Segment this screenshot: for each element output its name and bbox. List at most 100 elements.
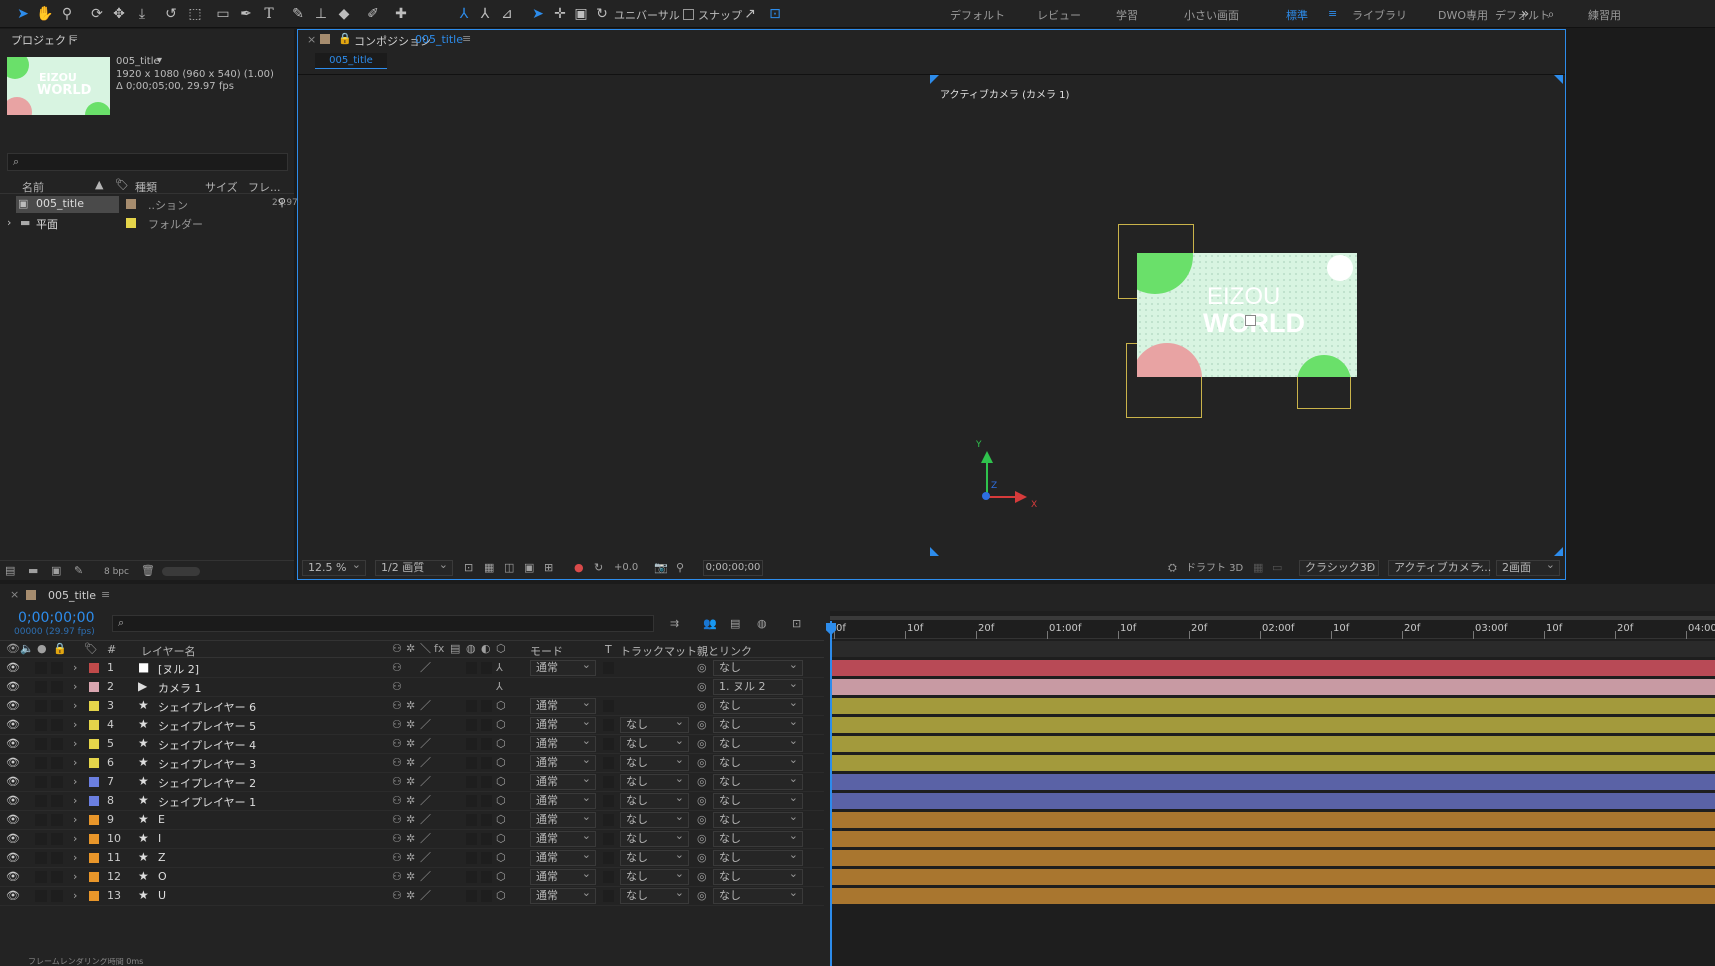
shy-switch-icon[interactable]: ⚇ (392, 718, 402, 732)
blend-mode-dropdown[interactable]: 通常 (530, 848, 596, 866)
motion-blur-box[interactable] (466, 776, 477, 788)
timeline-timecode[interactable]: 0;00;00;00 (18, 610, 95, 626)
3d-layer-icon[interactable]: ⬡ (496, 775, 506, 789)
grid-guides-icon[interactable]: ⊞ (544, 561, 553, 575)
layer-name[interactable]: シェイプレイヤー 6 (158, 699, 256, 715)
adjustment-box[interactable] (481, 871, 492, 883)
world-axis-icon[interactable]: ⅄ (476, 5, 494, 23)
adjustment-box[interactable] (481, 719, 492, 731)
3d-layer-icon[interactable]: ⅄ (496, 661, 503, 675)
layer-label-chip[interactable] (89, 815, 99, 825)
expand-twirl-icon[interactable]: › (73, 889, 77, 903)
lock-box[interactable] (51, 700, 63, 712)
layer-row[interactable]: 👁 › 13 ★ U ⚇ ✲ ／ ⬡ 通常 なし ◎ なし (0, 886, 824, 906)
view-dropdown[interactable]: アクティブカメラ... (1388, 558, 1491, 576)
z-axis-handle[interactable] (982, 492, 990, 500)
parent-pickwhip-icon[interactable]: ◎ (697, 870, 707, 884)
layer-name[interactable]: E (158, 813, 165, 826)
quality-switch-icon[interactable]: ／ (420, 851, 431, 865)
timeline-tab[interactable]: 005_title (48, 589, 96, 602)
parent-pickwhip-icon[interactable]: ◎ (697, 699, 707, 713)
parent-dropdown[interactable]: なし (713, 791, 803, 809)
solo-box[interactable] (35, 814, 47, 826)
expand-twirl-icon[interactable]: › (73, 870, 77, 884)
close-timeline-icon[interactable]: × (10, 588, 19, 601)
solo-box[interactable] (35, 757, 47, 769)
3d-rotate-icon[interactable]: ↻ (593, 5, 611, 23)
solo-box[interactable] (35, 890, 47, 902)
parent-dropdown[interactable]: なし (713, 659, 803, 676)
collapse-switch-icon[interactable]: ✲ (406, 851, 415, 865)
preserve-transparency-box[interactable] (603, 890, 614, 902)
label-col-icon[interactable]: 🏷 (115, 178, 129, 191)
layer-row[interactable]: 👁 › 7 ★ シェイプレイヤー 2 ⚇ ✲ ／ ⬡ 通常 なし ◎ なし (0, 772, 824, 792)
quality-switch-icon[interactable]: ／ (420, 870, 431, 884)
layer-name[interactable]: U (158, 889, 166, 902)
white-circle-shape[interactable] (1327, 255, 1353, 281)
motion-blur-box[interactable] (466, 814, 477, 826)
parent-pickwhip-icon[interactable]: ◎ (697, 680, 707, 694)
x-axis-arrow-icon[interactable] (1015, 491, 1027, 503)
blend-mode-dropdown[interactable]: 通常 (530, 829, 596, 847)
visibility-eye-icon[interactable]: 👁 (6, 680, 20, 694)
frame-blend-col-icon[interactable]: ▤ (450, 642, 460, 656)
layer-duration-bar[interactable] (830, 774, 1715, 790)
expand-twirl-icon[interactable]: › (73, 832, 77, 846)
adjustment-col-icon[interactable]: ◐ (481, 642, 491, 656)
trackmatte-dropdown[interactable]: なし (620, 810, 689, 828)
label-chip[interactable] (126, 199, 136, 209)
quality-switch-icon[interactable]: ／ (420, 718, 431, 732)
ground-plane-icon[interactable]: ▭ (1272, 561, 1282, 575)
project-item-row[interactable]: ▣ 005_title ..ション 29.97 ⚲ (0, 195, 298, 214)
brush-tool-icon[interactable]: ✎ (289, 5, 307, 23)
expand-twirl-icon[interactable]: › (73, 718, 77, 732)
eraser-tool-icon[interactable]: ◆ (335, 5, 353, 23)
label-chip[interactable] (126, 218, 136, 228)
visibility-eye-icon[interactable]: 👁 (6, 661, 20, 675)
null-anchor-handle[interactable] (1245, 315, 1256, 326)
layer-name[interactable]: シェイプレイヤー 2 (158, 775, 256, 791)
parent-dropdown[interactable]: なし (713, 867, 803, 885)
layer-name[interactable]: カメラ 1 (158, 680, 202, 696)
shy-switch-icon[interactable]: ⚇ (392, 737, 402, 751)
3d-layer-icon[interactable]: ⬡ (496, 889, 506, 903)
blend-mode-dropdown[interactable]: 通常 (530, 791, 596, 809)
universal-label[interactable]: ユニバーサル (614, 7, 680, 23)
layer-label-chip[interactable] (89, 720, 99, 730)
workspace-item[interactable]: 練習用 (1588, 7, 1621, 23)
layer-label-chip[interactable] (89, 777, 99, 787)
parent-dropdown[interactable]: なし (713, 753, 803, 771)
visibility-eye-icon[interactable]: 👁 (6, 870, 20, 884)
collapse-switch-icon[interactable]: ✲ (406, 737, 415, 751)
collapse-switch-icon[interactable]: ✲ (406, 718, 415, 732)
collapse-switch-icon[interactable]: ✲ (406, 775, 415, 789)
3d-layer-icon[interactable]: ⅄ (496, 680, 503, 694)
col-parent[interactable]: 親とリンク (697, 643, 752, 659)
pen-tool-icon[interactable]: ✒ (237, 5, 255, 23)
3d-scale-icon[interactable]: ▣ (572, 5, 590, 23)
shy-switch-icon[interactable]: ⚇ (392, 661, 402, 675)
workspace-item[interactable]: DWO専用 (1438, 7, 1488, 23)
3d-layer-icon[interactable]: ⬡ (496, 718, 506, 732)
expand-twirl-icon[interactable]: › (73, 699, 77, 713)
playhead-line[interactable] (830, 621, 832, 966)
layer-label-chip[interactable] (89, 853, 99, 863)
layer-label-chip[interactable] (89, 701, 99, 711)
timeline-search-input[interactable]: ⌕ (112, 615, 654, 632)
blend-mode-dropdown[interactable]: 通常 (530, 734, 596, 752)
quality-switch-icon[interactable]: ／ (420, 775, 431, 789)
project-search-input[interactable]: ⌕ (7, 153, 288, 171)
collapse-switch-icon[interactable]: ✲ (406, 889, 415, 903)
parent-dropdown[interactable]: なし (713, 810, 803, 828)
layer-name[interactable]: [ヌル 2] (158, 661, 199, 677)
quality-switch-icon[interactable]: ／ (420, 756, 431, 770)
shy-switch-icon[interactable]: ⚇ (392, 889, 402, 903)
view-axis-icon[interactable]: ⊿ (498, 5, 516, 23)
adjustment-box[interactable] (481, 852, 492, 864)
adjustment-box[interactable] (481, 662, 492, 674)
3d-layer-icon[interactable]: ⬡ (496, 699, 506, 713)
blend-mode-dropdown[interactable]: 通常 (530, 867, 596, 885)
blend-mode-dropdown[interactable]: 通常 (530, 886, 596, 904)
parent-pickwhip-icon[interactable]: ◎ (697, 737, 707, 751)
motion-blur-box[interactable] (466, 795, 477, 807)
